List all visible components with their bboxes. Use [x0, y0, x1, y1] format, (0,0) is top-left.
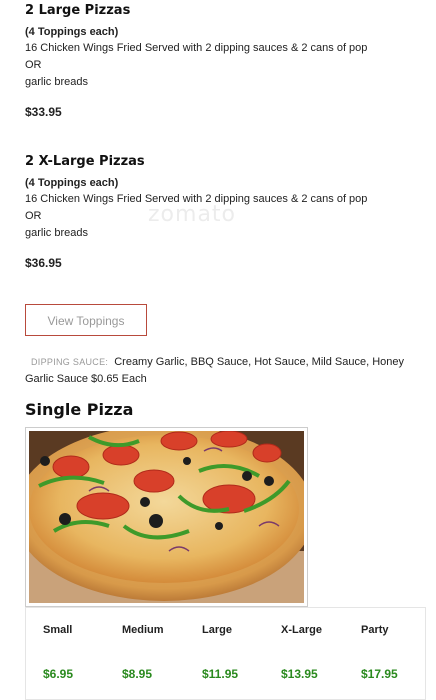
combo-item: 2 Large Pizzas (4 Toppings each) 16 Chic… [25, 2, 425, 119]
combo-or: OR [25, 59, 42, 71]
pizza-image [29, 431, 304, 603]
combo-alternative: garlic breads [25, 76, 88, 88]
combo-price: $36.95 [25, 256, 62, 270]
combo-price: $33.95 [25, 105, 62, 119]
size-label: Party [361, 624, 389, 636]
size-price: $13.95 [281, 667, 318, 681]
dipping-sauce-info: DIPPING SAUCE: Creamy Garlic, BBQ Sauce, … [25, 354, 415, 388]
combo-title: 2 Large Pizzas [25, 3, 131, 18]
size-price: $8.95 [122, 667, 153, 681]
size-price-table: Small $6.95 Medium $8.95 Large $11.95 X-… [25, 607, 426, 700]
zomato-watermark: zomato [148, 202, 237, 227]
view-toppings-button[interactable]: View Toppings [25, 304, 147, 336]
section-title: Single Pizza [25, 400, 134, 419]
combo-title: 2 X-Large Pizzas [25, 154, 145, 169]
pizza-photo [25, 427, 308, 607]
combo-alternative: garlic breads [25, 227, 88, 239]
menu-page: 2 Large Pizzas (4 Toppings each) 16 Chic… [0, 0, 436, 700]
size-label: Small [43, 624, 73, 636]
size-label: Medium [122, 624, 164, 636]
size-price: $11.95 [202, 667, 239, 681]
size-label: Large [202, 624, 232, 636]
dipping-sauce-label: DIPPING SAUCE: [31, 357, 109, 367]
combo-description: 16 Chicken Wings Fried Served with 2 dip… [25, 42, 368, 54]
combo-subtitle: (4 Toppings each) [25, 177, 119, 189]
size-label: X-Large [281, 624, 322, 636]
size-price: $17.95 [361, 667, 398, 681]
combo-subtitle: (4 Toppings each) [25, 26, 119, 38]
size-price: $6.95 [43, 667, 74, 681]
